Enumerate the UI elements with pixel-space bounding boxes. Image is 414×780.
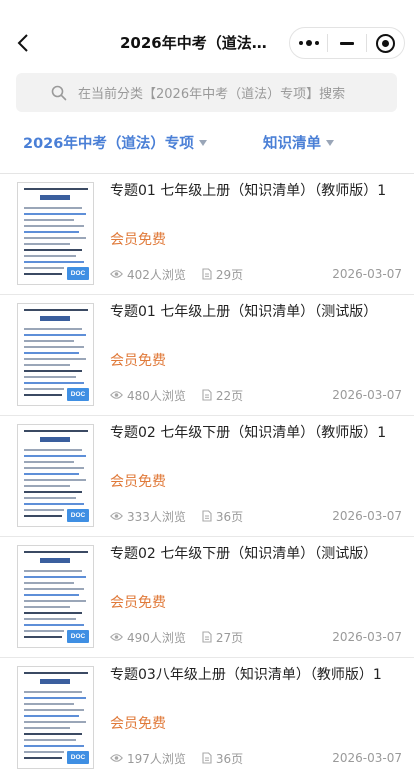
category-filter-label: 2026年中考（道法）专项 <box>23 136 194 152</box>
list-item[interactable]: DOC 专题03八年级上册（知识清单）（教师版）1 会员免费 197人浏览 36… <box>0 658 414 779</box>
list-item[interactable]: DOC 专题01 七年级上册（知识清单）（测试版） 会员免费 480人浏览 22… <box>0 295 414 416</box>
search-icon <box>50 84 68 102</box>
views-count: 402人浏览 <box>110 266 186 283</box>
doc-badge: DOC <box>67 509 89 522</box>
document-meta: 197人浏览 36页 2026-03-07 <box>110 750 402 766</box>
mini-program-capsule <box>289 27 405 59</box>
price-label: 会员免费 <box>110 353 166 369</box>
list-item[interactable]: DOC 专题02 七年级下册（知识清单）（教师版）1 会员免费 333人浏览 3… <box>0 416 414 537</box>
more-dots-icon <box>298 40 319 46</box>
price-label: 会员免费 <box>110 474 166 490</box>
doc-badge: DOC <box>67 630 89 643</box>
publish-date: 2026-03-07 <box>332 630 402 644</box>
price-label: 会员免费 <box>110 232 166 248</box>
type-filter-label: 知识清单 <box>263 136 321 152</box>
views-count: 480人浏览 <box>110 387 186 404</box>
eye-icon <box>110 753 123 763</box>
document-thumbnail: DOC <box>17 666 94 769</box>
document-thumbnail: DOC <box>17 424 94 527</box>
document-title: 专题01 七年级上册（知识清单）（教师版）1 <box>110 183 387 199</box>
list-item[interactable]: DOC 专题01 七年级上册（知识清单）（教师版）1 会员免费 402人浏览 2… <box>0 174 414 295</box>
page-count: 36页 <box>202 750 243 767</box>
document-title: 专题03八年级上册（知识清单）（教师版）1 <box>110 667 382 683</box>
page-count: 22页 <box>202 387 243 404</box>
page-count: 27页 <box>202 629 243 646</box>
caret-down-icon <box>198 139 207 146</box>
back-button[interactable] <box>10 28 36 58</box>
eye-icon <box>110 390 123 400</box>
minus-icon <box>339 41 354 45</box>
search-input[interactable]: 在当前分类【2026年中考（道法）专项】搜索 <box>16 73 397 112</box>
views-count: 197人浏览 <box>110 750 186 767</box>
minimize-button[interactable] <box>328 28 365 58</box>
document-title: 专题02 七年级下册（知识清单）（教师版）1 <box>110 425 387 441</box>
document-title: 专题01 七年级上册（知识清单）（测试版） <box>110 304 378 320</box>
page-icon <box>202 268 212 280</box>
views-count: 333人浏览 <box>110 508 186 525</box>
page-icon <box>202 752 212 764</box>
document-thumbnail: DOC <box>17 303 94 406</box>
publish-date: 2026-03-07 <box>332 388 402 402</box>
doc-badge: DOC <box>67 388 89 401</box>
filter-bar: 2026年中考（道法）专项 知识清单 <box>0 126 414 162</box>
eye-icon <box>110 632 123 642</box>
list-item[interactable]: DOC 专题02 七年级下册（知识清单）（测试版） 会员免费 490人浏览 27… <box>0 537 414 658</box>
nav-bar: 2026年中考（道法）... <box>0 0 414 66</box>
price-label: 会员免费 <box>110 595 166 611</box>
page-title: 2026年中考（道法）... <box>120 34 280 52</box>
chevron-left-icon <box>17 34 28 52</box>
document-meta: 402人浏览 29页 2026-03-07 <box>110 266 402 282</box>
document-meta: 490人浏览 27页 2026-03-07 <box>110 629 402 645</box>
page-count: 29页 <box>202 266 243 283</box>
views-count: 490人浏览 <box>110 629 186 646</box>
page-icon <box>202 510 212 522</box>
eye-icon <box>110 269 123 279</box>
publish-date: 2026-03-07 <box>332 267 402 281</box>
page-icon <box>202 389 212 401</box>
caret-down-icon <box>326 139 334 146</box>
document-meta: 333人浏览 36页 2026-03-07 <box>110 508 402 524</box>
type-filter[interactable]: 知识清单 <box>263 132 334 153</box>
document-title: 专题02 七年级下册（知识清单）（测试版） <box>110 546 378 562</box>
close-button[interactable] <box>367 28 404 58</box>
search-placeholder: 在当前分类【2026年中考（道法）专项】搜索 <box>78 87 346 102</box>
page-icon <box>202 631 212 643</box>
doc-badge: DOC <box>67 267 89 280</box>
doc-badge: DOC <box>67 751 89 764</box>
document-meta: 480人浏览 22页 2026-03-07 <box>110 387 402 403</box>
more-button[interactable] <box>290 28 327 58</box>
price-label: 会员免费 <box>110 716 166 732</box>
category-filter[interactable]: 2026年中考（道法）专项 <box>23 132 207 153</box>
publish-date: 2026-03-07 <box>332 509 402 523</box>
eye-icon <box>110 511 123 521</box>
document-thumbnail: DOC <box>17 545 94 648</box>
page-count: 36页 <box>202 508 243 525</box>
document-thumbnail: DOC <box>17 182 94 285</box>
target-circle-icon <box>375 33 395 53</box>
document-list: DOC 专题01 七年级上册（知识清单）（教师版）1 会员免费 402人浏览 2… <box>0 174 414 779</box>
publish-date: 2026-03-07 <box>332 751 402 765</box>
